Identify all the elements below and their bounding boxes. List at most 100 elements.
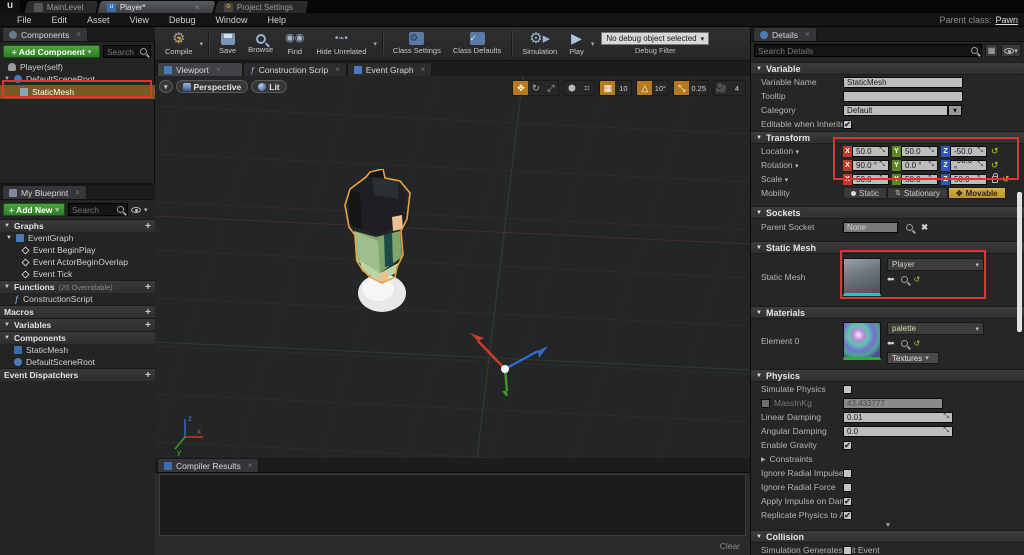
mobility-static-button[interactable]: Static [843, 187, 888, 199]
mobility-movable-button[interactable]: ✥ Movable [947, 187, 1006, 199]
lock-scale-icon[interactable] [992, 172, 998, 183]
details-tab[interactable]: Details × [753, 27, 817, 41]
hide-unrelated-button[interactable]: •⌁• Hide Unrelated [310, 28, 372, 60]
ignore-radial-force-checkbox[interactable] [843, 482, 852, 492]
display-filter-eye-icon[interactable]: ▾ [1001, 44, 1021, 57]
menu-file[interactable]: File [8, 15, 41, 25]
rotation-snap-toggle[interactable]: △ [637, 81, 653, 95]
world-coordinate-button[interactable]: ⬢ [564, 81, 579, 95]
simulation-button[interactable]: ⚙▸ Simulation [516, 28, 563, 60]
scale-snap-value[interactable]: 0.25 [689, 81, 708, 95]
angular-damping-input[interactable]: 0.0 ⤡ [843, 425, 953, 437]
add-new-button[interactable]: + Add New ▾ [3, 203, 65, 216]
rotation-x-input[interactable]: 90.0 ° ⤡ [852, 159, 889, 171]
simulate-physics-checkbox[interactable] [843, 384, 852, 394]
expand-arrow-icon[interactable]: ▼ [4, 76, 10, 82]
surface-snap-button[interactable]: ⌗ [579, 81, 594, 95]
location-y-input[interactable]: 50.0 ⤡ [901, 145, 938, 157]
close-icon[interactable]: × [75, 188, 80, 197]
functions-section-header[interactable]: ▼ Functions (20 Overridable) + [0, 280, 155, 293]
section-expander-icon[interactable]: ▼ [751, 522, 1024, 530]
close-icon[interactable]: × [421, 65, 426, 74]
apply-impulse-checkbox[interactable]: ✔ [843, 496, 852, 506]
rotation-snap-value[interactable]: 10° [652, 81, 668, 95]
construction-script-tab[interactable]: ƒ Construction Scrip × [243, 62, 347, 76]
reset-location-icon[interactable]: ↺ [991, 146, 999, 157]
material-thumbnail[interactable] [843, 322, 881, 360]
textures-button[interactable]: Textures ▾ [887, 352, 939, 364]
constraints-row[interactable]: ▶ Constraints [751, 452, 1024, 466]
reset-scale-icon[interactable]: ↺ [1002, 174, 1010, 185]
event-graph-tab[interactable]: Event Graph × [346, 62, 433, 76]
scale-mode-button[interactable]: ⤢ [543, 81, 558, 95]
static-mesh-thumbnail[interactable] [843, 258, 881, 296]
event-dispatchers-section-header[interactable]: Event Dispatchers + [0, 368, 155, 381]
player-character-mesh[interactable] [340, 169, 435, 319]
clear-button[interactable]: Clear [720, 541, 740, 551]
details-scrollbar[interactable] [1017, 192, 1022, 332]
reset-asset-icon[interactable]: ↺ [914, 339, 921, 348]
add-graph-button[interactable]: + [145, 221, 151, 232]
menu-view[interactable]: View [121, 15, 158, 25]
compile-options-caret[interactable]: ▾ [200, 40, 204, 48]
compiler-results-tab[interactable]: Compiler Results × [157, 458, 260, 472]
materials-section-header[interactable]: ▼ Materials [751, 306, 1024, 319]
socket-search-icon[interactable] [906, 223, 913, 231]
macros-section-header[interactable]: Macros + [0, 305, 155, 318]
viewport-options-button[interactable]: ▾ [159, 80, 173, 93]
parent-class-link[interactable]: Pawn [995, 15, 1018, 25]
browse-button[interactable]: Browse [242, 28, 279, 60]
unreal-logo[interactable]: u [0, 0, 20, 13]
close-icon[interactable]: × [335, 65, 340, 74]
tree-item-staticmesh[interactable]: StaticMesh [0, 85, 155, 99]
add-macro-button[interactable]: + [145, 307, 151, 318]
translate-gizmo[interactable] [460, 321, 555, 396]
variable-name-input[interactable]: StaticMesh [843, 76, 963, 88]
variable-section-header[interactable]: ▼ Variable [751, 62, 1024, 75]
enable-gravity-checkbox[interactable]: ✔ [843, 440, 852, 450]
tree-item-player-self[interactable]: Player(self) [0, 61, 155, 73]
menu-debug[interactable]: Debug [160, 15, 205, 25]
browse-to-asset-icon[interactable] [900, 276, 908, 283]
rotate-mode-button[interactable]: ↻ [528, 81, 543, 95]
replicate-physics-checkbox[interactable]: ✔ [843, 510, 852, 520]
use-selected-icon[interactable]: ⬅ [887, 274, 895, 285]
reset-rotation-icon[interactable]: ↺ [991, 160, 999, 171]
components-tab[interactable]: Components × [2, 27, 88, 41]
debug-object-dropdown[interactable]: No debug object selected ▾ [601, 32, 710, 45]
camera-speed-value[interactable]: 4 [729, 81, 745, 95]
tab-project-settings[interactable]: ⚙ Project Settings [214, 1, 309, 13]
add-function-button[interactable]: + [145, 282, 151, 293]
play-options-caret[interactable]: ▾ [591, 40, 595, 48]
tab-player[interactable]: u Player* × [97, 1, 216, 13]
viewport-tab[interactable]: Viewport × [157, 62, 243, 76]
close-icon[interactable]: × [248, 461, 253, 470]
save-button[interactable]: Save [213, 28, 242, 60]
tab-mainlevel[interactable]: MainLevel [24, 1, 99, 13]
ignore-radial-impulse-checkbox[interactable] [843, 468, 852, 478]
location-z-input[interactable]: -50.0 ⤡ [950, 145, 987, 157]
menu-edit[interactable]: Edit [43, 15, 77, 25]
material-dropdown[interactable]: palette ▾ [887, 322, 984, 335]
socket-clear-icon[interactable]: ✖ [921, 222, 928, 233]
scale-snap-toggle[interactable]: ⤡ [674, 81, 690, 95]
use-selected-icon[interactable]: ⬅ [887, 338, 895, 349]
find-button[interactable]: ◉◉ Find [279, 28, 310, 60]
constructionscript-item[interactable]: ƒ ConstructionScript [0, 293, 155, 305]
rotation-y-input[interactable]: 0.0 ° ⤡ [901, 159, 938, 171]
close-icon[interactable]: × [216, 65, 221, 74]
defaultsceneroot-variable-item[interactable]: DefaultSceneRoot [0, 356, 155, 368]
eventgraph-item[interactable]: ▼ EventGraph [0, 232, 155, 244]
reset-asset-icon[interactable]: ↺ [914, 275, 921, 284]
camera-speed-button[interactable]: 🎥 [714, 81, 729, 95]
menu-asset[interactable]: Asset [78, 15, 119, 25]
class-settings-button[interactable]: ⚙ Class Settings [387, 28, 447, 60]
scale-x-input[interactable]: 50.0 ⤡ [852, 173, 889, 185]
my-blueprint-tab[interactable]: My Blueprint × [2, 185, 87, 199]
components-search-input[interactable] [103, 45, 151, 58]
browse-to-asset-icon[interactable] [900, 340, 908, 347]
add-variable-button[interactable]: + [145, 320, 151, 331]
lit-button[interactable]: Lit [251, 80, 287, 93]
transform-section-header[interactable]: ▼ Transform [751, 131, 1024, 144]
close-icon[interactable]: × [805, 30, 810, 39]
